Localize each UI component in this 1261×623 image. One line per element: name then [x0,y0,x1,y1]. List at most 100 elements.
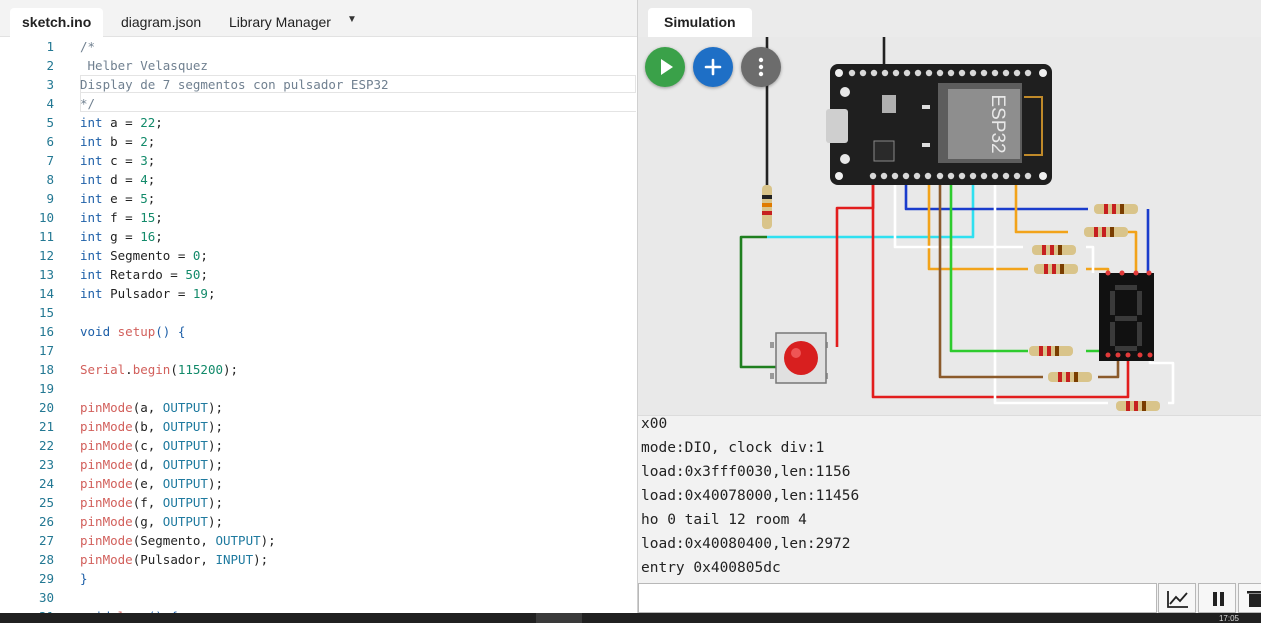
code-line[interactable]: 15 [0,303,637,322]
serial-line: load:0x3fff0030,len:1156 [641,464,851,480]
code-line[interactable]: 19 [0,379,637,398]
code-token: 2 [140,134,148,149]
code-token: OUTPUT [162,495,208,510]
code-line[interactable]: 26 pinMode(g, OUTPUT); [0,512,637,531]
serial-plotter-button[interactable] [1158,583,1196,613]
line-content: pinMode(f, OUTPUT); [80,493,223,512]
serial-input-bar [638,582,1261,613]
tab-sketch-ino[interactable]: sketch.ino [10,8,104,37]
code-line[interactable]: 27 pinMode(Segmento, OUTPUT); [0,531,637,550]
code-line[interactable]: 11 int g = 16; [0,227,637,246]
code-token: OUTPUT [162,514,208,529]
code-line[interactable]: 18 Serial.begin(115200); [0,360,637,379]
start-simulation-button[interactable] [645,47,685,87]
code-line[interactable]: 13 int Retardo = 50; [0,265,637,284]
line-number: 20 [38,400,54,415]
line-content: pinMode(e, OUTPUT); [80,474,223,493]
line-content: int e = 5; [80,189,155,208]
code-line[interactable]: 24 pinMode(e, OUTPUT); [0,474,637,493]
code-line[interactable]: 8 int d = 4; [0,170,637,189]
code-token: pinMode [80,552,133,567]
serial-line: mode:DIO, clock div:1 [641,440,825,456]
taskbar-clock: 17:05 [1218,614,1239,623]
more-options-button[interactable] [741,47,781,87]
code-area[interactable]: 1 /* 2 Helber Velasquez 3 Display de 7 segme… [0,37,637,613]
line-content: int f = 15; [80,208,163,227]
code-line[interactable]: 1 /* [0,37,637,56]
serial-input[interactable] [638,583,1157,613]
code-token: ); [207,476,224,491]
code-token: ; [147,191,156,206]
wire-orange-mid [927,177,1110,273]
line-number: 18 [38,362,54,377]
os-taskbar: 17:05 [0,613,1261,623]
tab-diagram-json[interactable]: diagram.json [109,8,213,37]
code-line[interactable]: 10 int f = 15; [0,208,637,227]
code-token: int [80,172,103,187]
code-token: Pulsador = [102,286,193,301]
code-token: (Pulsador, [132,552,216,567]
line-content: pinMode(d, OUTPUT); [80,455,223,474]
code-line[interactable]: 16 void setup() { [0,322,637,341]
code-line[interactable]: 30 [0,588,637,607]
caret-down-icon[interactable]: ▼ [344,12,360,28]
code-line[interactable]: 6 int b = 2; [0,132,637,151]
pause-serial-button[interactable] [1198,583,1236,613]
code-line[interactable]: 3 Display de 7 segmentos con pulsador ESP… [0,75,637,94]
code-line[interactable]: 22 pinMode(c, OUTPUT); [0,436,637,455]
code-token: OUTPUT [215,533,261,548]
esp32-board: ESP32 [826,64,1052,185]
line-content: /* [80,37,95,56]
more-vertical-icon [758,57,764,77]
code-token: int [80,229,103,244]
tab-library-manager[interactable]: Library Manager [217,8,343,37]
code-token: (c, [132,438,163,453]
code-line[interactable]: 25 pinMode(f, OUTPUT); [0,493,637,512]
code-line[interactable]: 21 pinMode(b, OUTPUT); [0,417,637,436]
code-line[interactable]: 5 int a = 22; [0,113,637,132]
line-number: 13 [38,267,54,282]
code-token: OUTPUT [162,419,208,434]
line-number: 4 [46,96,54,111]
line-content: int g = 16; [80,227,163,246]
code-token: setup [117,324,156,339]
line-number: 5 [46,115,54,130]
code-token: ); [207,419,224,434]
code-line[interactable]: 14 int Pulsador = 19; [0,284,637,303]
line-content: pinMode(g, OUTPUT); [80,512,223,531]
code-token: OUTPUT [162,457,208,472]
line-number: 1 [46,39,54,54]
code-line[interactable]: 12 int Segmento = 0; [0,246,637,265]
code-token: . [125,362,133,377]
line-number: 9 [46,191,54,206]
code-token: 4 [140,172,148,187]
code-token: ; [147,153,156,168]
code-line[interactable]: 4 */ [0,94,637,113]
code-token: ( [170,362,178,377]
code-line[interactable]: 20 pinMode(a, OUTPUT); [0,398,637,417]
code-line[interactable]: 28 pinMode(Pulsador, INPUT); [0,550,637,569]
code-line[interactable]: 7 int c = 3; [0,151,637,170]
line-content: pinMode(c, OUTPUT); [80,436,223,455]
taskbar-app-item[interactable] [536,613,582,623]
code-line[interactable]: 23 pinMode(d, OUTPUT); [0,455,637,474]
code-line[interactable]: 9 int e = 5; [0,189,637,208]
add-part-button[interactable] [693,47,733,87]
code-token: int [80,248,103,263]
line-content: int d = 4; [80,170,155,189]
code-token: pinMode [80,457,133,472]
clear-serial-button[interactable] [1238,583,1261,613]
tab-simulation[interactable]: Simulation [648,8,752,37]
code-line[interactable]: 29} [0,569,637,588]
serial-line: x00 [641,416,668,432]
code-line[interactable]: 17 [0,341,637,360]
code-token: (b, [132,419,163,434]
line-content: pinMode(Segmento, OUTPUT); [80,531,276,550]
code-token: 22 [140,115,156,130]
code-token: int [80,115,103,130]
code-line[interactable]: 2 Helber Velasquez [0,56,637,75]
code-token: (a, [132,400,163,415]
code-token: 3 [140,153,148,168]
circuit-canvas[interactable]: ESP32 [638,37,1261,415]
code-token: pinMode [80,514,133,529]
